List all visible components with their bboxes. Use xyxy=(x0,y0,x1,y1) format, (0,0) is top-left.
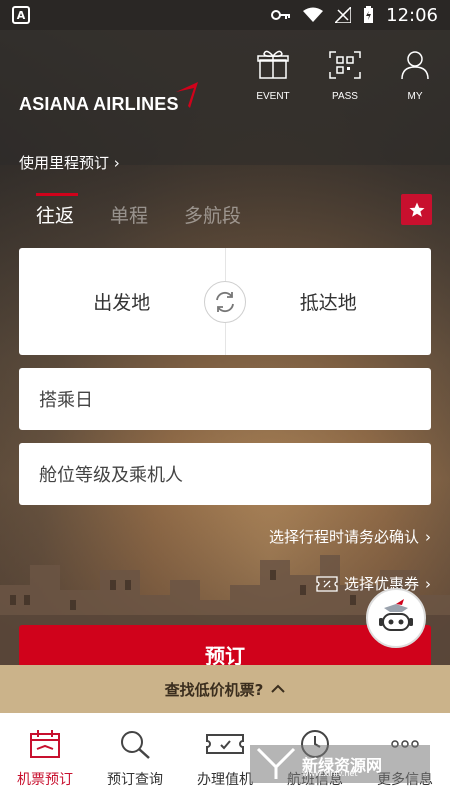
ticket-icon xyxy=(206,734,244,754)
low-fare-label: 查找低价机票? xyxy=(164,680,264,699)
star-icon xyxy=(409,202,424,217)
destination-field[interactable]: 抵达地 xyxy=(226,248,432,355)
mileage-link-label: 使用里程预订 xyxy=(19,154,110,172)
itinerary-notice-label: 选择行程时请务必确认 xyxy=(268,528,419,546)
brand-wing-icon xyxy=(176,82,198,108)
departure-date-field[interactable]: 搭乘日 xyxy=(19,368,431,430)
search-icon xyxy=(121,731,150,759)
swap-route-button[interactable] xyxy=(204,281,246,323)
pass-button[interactable]: PASS xyxy=(320,50,370,104)
wifi-icon xyxy=(303,7,324,22)
trip-type-tabs: 往返 单程 多航段 xyxy=(36,193,241,228)
my-label: MY xyxy=(407,91,423,102)
itinerary-notice-link[interactable]: 选择行程时请务必确认 › xyxy=(269,526,431,547)
header: ASIANA AIRLINES EVENT PASS MY 使用里程预订 › xyxy=(0,30,450,172)
nav-label: 预订查询 xyxy=(107,772,163,788)
chevron-right-icon: › xyxy=(113,154,120,172)
coupon-link[interactable]: 选择优惠券 › xyxy=(316,573,431,594)
brand-logo: ASIANA AIRLINES xyxy=(19,94,179,114)
calendar-icon xyxy=(30,730,60,758)
status-time: 12:06 xyxy=(386,4,438,26)
low-fare-finder[interactable]: 查找低价机票? xyxy=(0,665,450,713)
swap-icon xyxy=(216,291,234,313)
qr-scan-icon xyxy=(329,51,361,79)
chevron-right-icon: › xyxy=(425,574,431,593)
signal-icon xyxy=(335,7,352,23)
route-selector: 出发地 抵达地 xyxy=(19,248,431,355)
event-label: EVENT xyxy=(256,91,290,102)
user-icon xyxy=(401,51,429,80)
nav-booking-inquiry[interactable]: 预订查询 xyxy=(90,713,180,799)
origin-field[interactable]: 出发地 xyxy=(19,248,225,355)
watermark-subtitle: www.xinlv.net xyxy=(302,769,358,778)
nav-label: 机票预订 xyxy=(17,772,73,788)
chatbot-button[interactable] xyxy=(366,588,426,648)
cabin-passenger-field[interactable]: 舱位等级及乘机人 xyxy=(19,443,431,505)
app-notification-icon: A xyxy=(12,6,30,24)
chevron-up-icon xyxy=(271,684,286,693)
pass-label: PASS xyxy=(332,91,358,102)
watermark: 新绿资源网 www.xinlv.net xyxy=(250,745,430,783)
coupon-icon xyxy=(316,575,338,592)
watermark-logo-icon xyxy=(256,747,296,779)
my-button[interactable]: MY xyxy=(390,50,440,104)
status-bar: A 12:06 xyxy=(0,0,450,30)
nav-flight-booking[interactable]: 机票预订 xyxy=(0,713,90,799)
nav-label: 办理值机 xyxy=(197,772,253,788)
battery-icon xyxy=(364,6,374,23)
chevron-right-icon: › xyxy=(425,527,431,546)
favorites-button[interactable] xyxy=(401,194,432,225)
tab-multi-city[interactable]: 多航段 xyxy=(184,195,241,228)
event-button[interactable]: EVENT xyxy=(248,50,298,104)
robot-icon xyxy=(379,599,413,631)
key-icon xyxy=(271,10,291,20)
tab-one-way[interactable]: 单程 xyxy=(110,195,148,228)
gift-icon xyxy=(257,50,289,79)
tab-round-trip[interactable]: 往返 xyxy=(36,193,79,228)
mileage-booking-link[interactable]: 使用里程预订 › xyxy=(19,152,120,173)
